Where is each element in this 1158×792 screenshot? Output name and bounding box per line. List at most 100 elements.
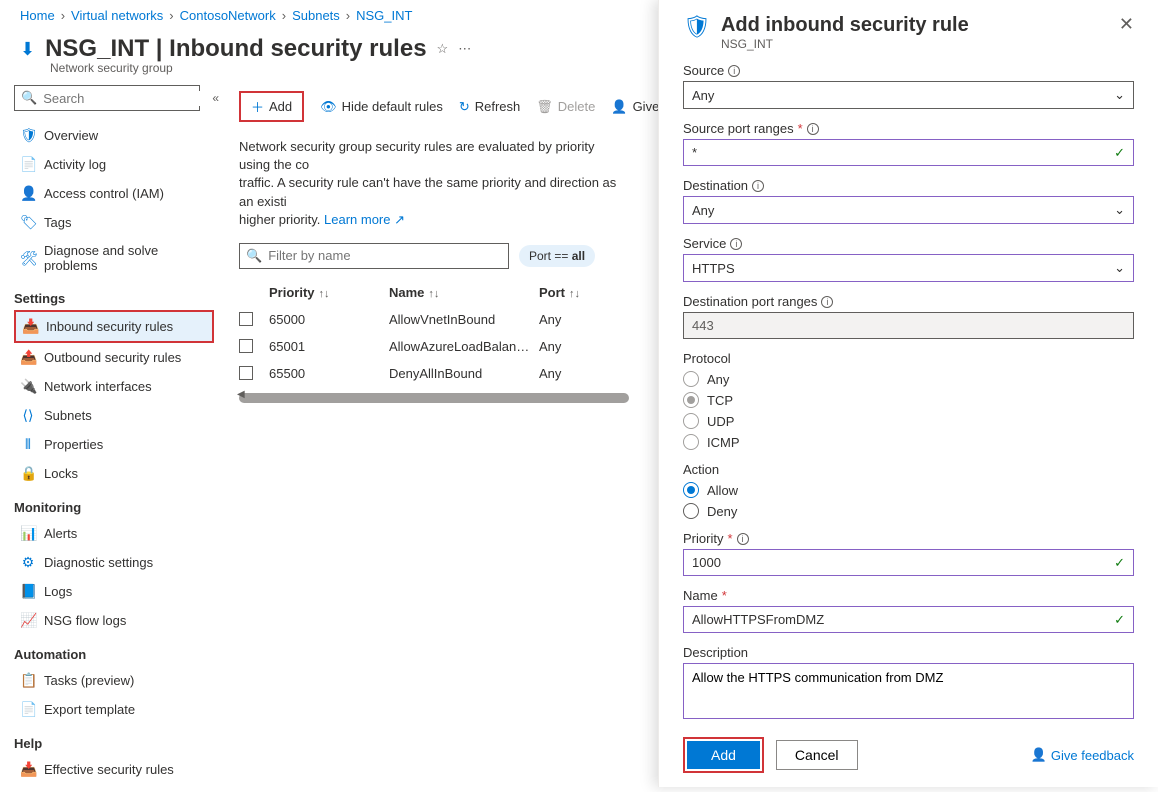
table-row[interactable]: 65500DenyAllInBoundAny [239, 360, 629, 387]
horizontal-scrollbar[interactable] [239, 393, 629, 403]
sidebar-item[interactable]: ⚙Diagnostic settings [14, 548, 214, 577]
sidebar-item[interactable]: 📄Activity log [14, 150, 214, 179]
nav-section-settings: Settings [14, 291, 225, 306]
protocol-icmp[interactable]: ICMP [683, 434, 1134, 450]
col-port[interactable]: Port↑↓ [539, 285, 609, 300]
search-icon: 🔍 [246, 248, 262, 264]
sidebar-item[interactable]: 📈NSG flow logs [14, 606, 214, 635]
info-icon[interactable]: i [807, 123, 819, 135]
sidebar-search[interactable]: 🔍 [14, 85, 200, 111]
download-icon[interactable]: ⬇ [20, 39, 35, 60]
filter-name-input[interactable] [268, 248, 502, 263]
nav-icon: 📄 [20, 701, 36, 718]
sidebar-item[interactable]: 📥Effective security rules [14, 755, 214, 784]
info-icon[interactable]: i [752, 180, 764, 192]
breadcrumb-item[interactable]: Virtual networks [71, 8, 163, 23]
chevron-down-icon: ⌄ [1114, 260, 1125, 276]
sidebar-item[interactable]: 📋Tasks (preview) [14, 666, 214, 695]
sidebar-item[interactable]: 🛠Diagnose and solve problems [14, 237, 214, 279]
priority-input[interactable]: 1000✓ [683, 549, 1134, 576]
panel-add-button[interactable]: Add [687, 741, 760, 769]
nav-icon: ⟨⟩ [20, 407, 36, 424]
info-icon[interactable]: i [728, 65, 740, 77]
sidebar-search-input[interactable] [43, 91, 219, 106]
sidebar-item[interactable]: 📊 Alerts [14, 519, 214, 548]
nav-label: Properties [44, 437, 103, 452]
service-select[interactable]: HTTPS⌄ [683, 254, 1134, 282]
sidebar-item[interactable]: 👤Access control (IAM) [14, 179, 214, 208]
sidebar-item[interactable]: ⦀Properties [14, 430, 214, 459]
nav-label: Export template [44, 702, 135, 717]
add-button[interactable]: ＋Add [239, 91, 304, 122]
learn-more-link[interactable]: Learn more ↗ [324, 212, 405, 227]
nav-icon: 📊 [20, 525, 36, 542]
nav-label: Activity log [44, 157, 106, 172]
panel-cancel-button[interactable]: Cancel [776, 740, 858, 770]
sidebar-item[interactable]: 🏷Tags [14, 208, 214, 237]
source-select[interactable]: Any⌄ [683, 81, 1134, 109]
row-checkbox[interactable] [239, 339, 253, 353]
panel-feedback-link[interactable]: 👤Give feedback [1031, 747, 1134, 763]
nav-icon: 📥 [22, 318, 38, 335]
table-row[interactable]: 65001AllowAzureLoadBalan…Any [239, 333, 629, 360]
destination-select[interactable]: Any⌄ [683, 196, 1134, 224]
sidebar-item[interactable]: 🛡Overview [14, 121, 214, 150]
refresh-icon: ↻ [459, 99, 470, 115]
protocol-udp[interactable]: UDP [683, 413, 1134, 429]
sidebar-item[interactable]: 📥Inbound security rules [14, 310, 214, 343]
panel-title: Add inbound security rule [721, 14, 969, 37]
col-priority[interactable]: Priority↑↓ [269, 285, 389, 300]
protocol-any[interactable]: Any [683, 371, 1134, 387]
nav-label: Outbound security rules [44, 350, 181, 365]
col-name[interactable]: Name↑↓ [389, 285, 539, 300]
nav-label: Diagnose and solve problems [44, 243, 208, 273]
name-input[interactable]: AllowHTTPSFromDMZ✓ [683, 606, 1134, 633]
nav-icon: 📥 [20, 761, 36, 778]
nav-label: Tags [44, 215, 71, 230]
nav-icon: 🔌 [20, 378, 36, 395]
sidebar: 🔍 « 🛡Overview📄Activity log👤Access contro… [0, 85, 225, 792]
action-deny[interactable]: Deny [683, 503, 1134, 519]
panel-subtitle: NSG_INT [721, 37, 969, 51]
breadcrumb-item[interactable]: ContosoNetwork [180, 8, 276, 23]
hide-default-button[interactable]: 👁Hide default rules [320, 99, 443, 115]
nav-label: Access control (IAM) [44, 186, 164, 201]
nav-icon: 🛡 [20, 127, 36, 144]
table-row[interactable]: 65000AllowVnetInBoundAny [239, 306, 629, 333]
sidebar-item[interactable]: ⟨⟩ Subnets [14, 401, 214, 430]
sidebar-item[interactable]: 📤Outbound security rules [14, 343, 214, 372]
filter-pill-port[interactable]: Port == all [519, 245, 595, 267]
page-title: NSG_INT | Inbound security rules [45, 35, 426, 63]
collapse-icon[interactable]: « [212, 91, 219, 105]
sidebar-item[interactable]: 📄 Export template [14, 695, 214, 724]
favorite-icon[interactable]: ☆ [437, 41, 449, 57]
row-checkbox[interactable] [239, 366, 253, 380]
sidebar-item[interactable]: 📘Logs [14, 577, 214, 606]
protocol-tcp[interactable]: TCP [683, 392, 1134, 408]
sidebar-item[interactable]: 🔌 Network interfaces [14, 372, 214, 401]
hide-icon: 👁 [320, 99, 337, 115]
close-icon[interactable]: ✕ [1119, 14, 1134, 35]
filter-input[interactable]: 🔍 [239, 243, 509, 269]
row-checkbox[interactable] [239, 312, 253, 326]
refresh-button[interactable]: ↻Refresh [459, 99, 520, 115]
action-allow[interactable]: Allow [683, 482, 1134, 498]
sidebar-item[interactable]: 🔒Locks [14, 459, 214, 488]
breadcrumb-item[interactable]: Subnets [292, 8, 340, 23]
person-icon: 👤 [611, 99, 627, 115]
more-icon[interactable]: ⋯ [458, 41, 472, 57]
delete-button[interactable]: 🗑Delete [536, 99, 595, 115]
info-icon[interactable]: i [730, 238, 742, 250]
breadcrumb-item[interactable]: NSG_INT [356, 8, 412, 23]
nav-label: Alerts [44, 526, 77, 541]
nav-icon: 📈 [20, 612, 36, 629]
breadcrumb-item[interactable]: Home [20, 8, 55, 23]
info-icon[interactable]: i [737, 533, 749, 545]
description-input[interactable]: Allow the HTTPS communication from DMZ [683, 663, 1134, 719]
info-icon[interactable]: i [821, 296, 833, 308]
nav-label: Locks [44, 466, 78, 481]
source-port-input[interactable]: *✓ [683, 139, 1134, 166]
nav-label: Subnets [44, 408, 92, 423]
dest-port-input: 443 [683, 312, 1134, 339]
nav-label: Network interfaces [44, 379, 152, 394]
